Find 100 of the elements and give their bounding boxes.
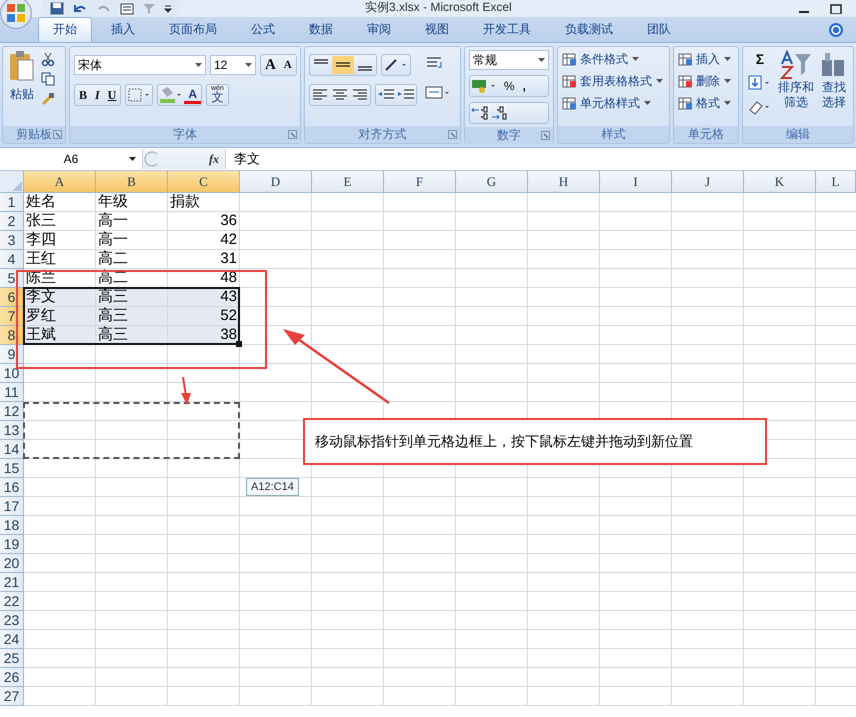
underline-button[interactable]: U [104,85,120,105]
row-header[interactable]: 22 [0,592,24,611]
bold-button[interactable]: B [74,85,91,105]
column-header[interactable]: L [816,171,856,193]
cells-menu-button[interactable]: 删除 [678,72,732,91]
ribbon-tab[interactable]: 插入 [96,17,150,42]
column-header[interactable]: K [744,171,816,193]
column-header[interactable]: B [96,171,168,193]
sort-filter-button[interactable]: 排序和 筛选 [777,50,815,110]
row-header[interactable]: 1 [0,193,24,212]
italic-button[interactable]: I [90,85,104,105]
column-header[interactable]: E [312,171,384,193]
column-header[interactable]: D [240,171,312,193]
table-cell: 李四 [24,231,96,250]
group-label: 对齐方式 [358,126,406,143]
row-header[interactable]: 2 [0,212,24,231]
save-icon[interactable] [50,2,64,15]
ribbon-tab[interactable]: 数据 [294,17,348,42]
print-preview-icon[interactable] [120,2,134,14]
style-menu-button[interactable]: 条件格式 [562,50,663,69]
dialog-launcher-icon[interactable] [52,130,62,139]
help-icon[interactable] [828,22,844,38]
row-header[interactable]: 4 [0,250,24,269]
number-format-field[interactable]: 常规 [468,50,549,70]
ribbon-tab[interactable]: 负载测试 [550,17,628,42]
style-menu-button[interactable]: 单元格样式 [562,94,663,113]
font-name-field[interactable]: 宋体 [74,55,206,75]
align-lines-icon[interactable] [332,56,354,74]
format-painter-icon[interactable] [41,92,55,106]
shrink-font-button[interactable]: A [280,55,296,75]
ribbon-tab[interactable]: 开始 [38,17,92,42]
row-header[interactable]: 18 [0,516,24,535]
formula-input[interactable]: 李文 [226,150,856,168]
row-header[interactable]: 11 [0,383,24,402]
row-header[interactable]: 27 [0,687,24,706]
copy-icon[interactable] [41,72,55,86]
caret-icon[interactable] [194,62,202,68]
row-header[interactable]: 25 [0,649,24,668]
font-size-field[interactable]: 12 [210,55,256,75]
caret-icon [644,101,651,106]
window-title: 实例3.xlsx - Microsoft Excel [365,0,512,14]
table-cell: 年级 [96,193,168,212]
ribbon-tab[interactable]: 页面布局 [154,17,232,42]
office-button[interactable] [0,0,32,28]
paste-button[interactable]: 粘贴 [7,50,37,103]
find-select-button[interactable]: 查找 选择 [819,50,849,110]
expand-handle-icon[interactable] [143,150,157,168]
drag-tooltip: A12:C14 [246,478,299,496]
squares-logo [5,2,27,24]
ribbon-tab[interactable]: 团队 [632,17,686,42]
row-header[interactable]: 21 [0,573,24,592]
ribbon-tab[interactable]: 视图 [410,17,464,42]
ribbon-tab[interactable]: 公式 [236,17,290,42]
customize-caret-icon[interactable] [164,4,172,14]
grow-font-button[interactable]: A [260,55,280,75]
cells-menu-button[interactable]: 插入 [678,50,732,69]
caret-icon [724,79,732,84]
row-header[interactable]: 24 [0,630,24,649]
row-header[interactable]: 9 [0,345,24,364]
caret-icon[interactable] [129,156,136,162]
undo-icon[interactable] [72,2,88,14]
table-cell: 李文 [24,288,96,307]
group-label: 单元格 [688,126,724,143]
caret-icon[interactable] [244,62,252,68]
row-header[interactable]: 3 [0,231,24,250]
dialog-launcher-icon[interactable] [540,131,550,140]
row-header[interactable]: 16 [0,478,24,497]
row-header[interactable]: 23 [0,611,24,630]
ribbon-tab[interactable]: 开发工具 [468,17,546,42]
column-header[interactable]: C [168,171,240,193]
dialog-launcher-icon[interactable] [448,130,457,139]
column-header[interactable]: H [528,171,600,193]
row-header[interactable]: 20 [0,554,24,573]
percent-button[interactable]: % [500,76,518,96]
column-header[interactable]: A [24,171,96,193]
group-label: 数字 [496,127,521,144]
cells-menu-button[interactable]: 格式 [678,94,732,113]
column-header[interactable]: G [456,171,528,193]
column-header[interactable]: J [672,171,744,193]
row-header[interactable]: 17 [0,497,24,516]
column-header[interactable]: I [600,171,672,193]
row-header[interactable]: 12 [0,402,24,421]
dialog-launcher-icon[interactable] [288,130,297,139]
autosum-button[interactable]: Σ [747,50,773,68]
style-menu-button[interactable]: 套用表格格式 [562,72,663,91]
row-header[interactable]: 19 [0,535,24,554]
scissors-icon[interactable] [41,52,55,66]
column-header[interactable]: F [384,171,456,193]
maximize-icon[interactable] [830,4,842,14]
group-label: 字体 [172,126,197,143]
ribbon-tab[interactable]: 审阅 [352,17,406,42]
increase-decimal-icon[interactable] [470,104,490,122]
row-header[interactable]: 26 [0,668,24,687]
row-header[interactable]: 15 [0,459,24,478]
row-header[interactable]: 13 [0,421,24,440]
row-header[interactable]: 10 [0,364,24,383]
caret-icon[interactable] [538,58,545,62]
comma-button[interactable]: , [518,76,530,96]
table-cell: 高三 [96,288,168,307]
row-header[interactable]: 14 [0,440,24,459]
